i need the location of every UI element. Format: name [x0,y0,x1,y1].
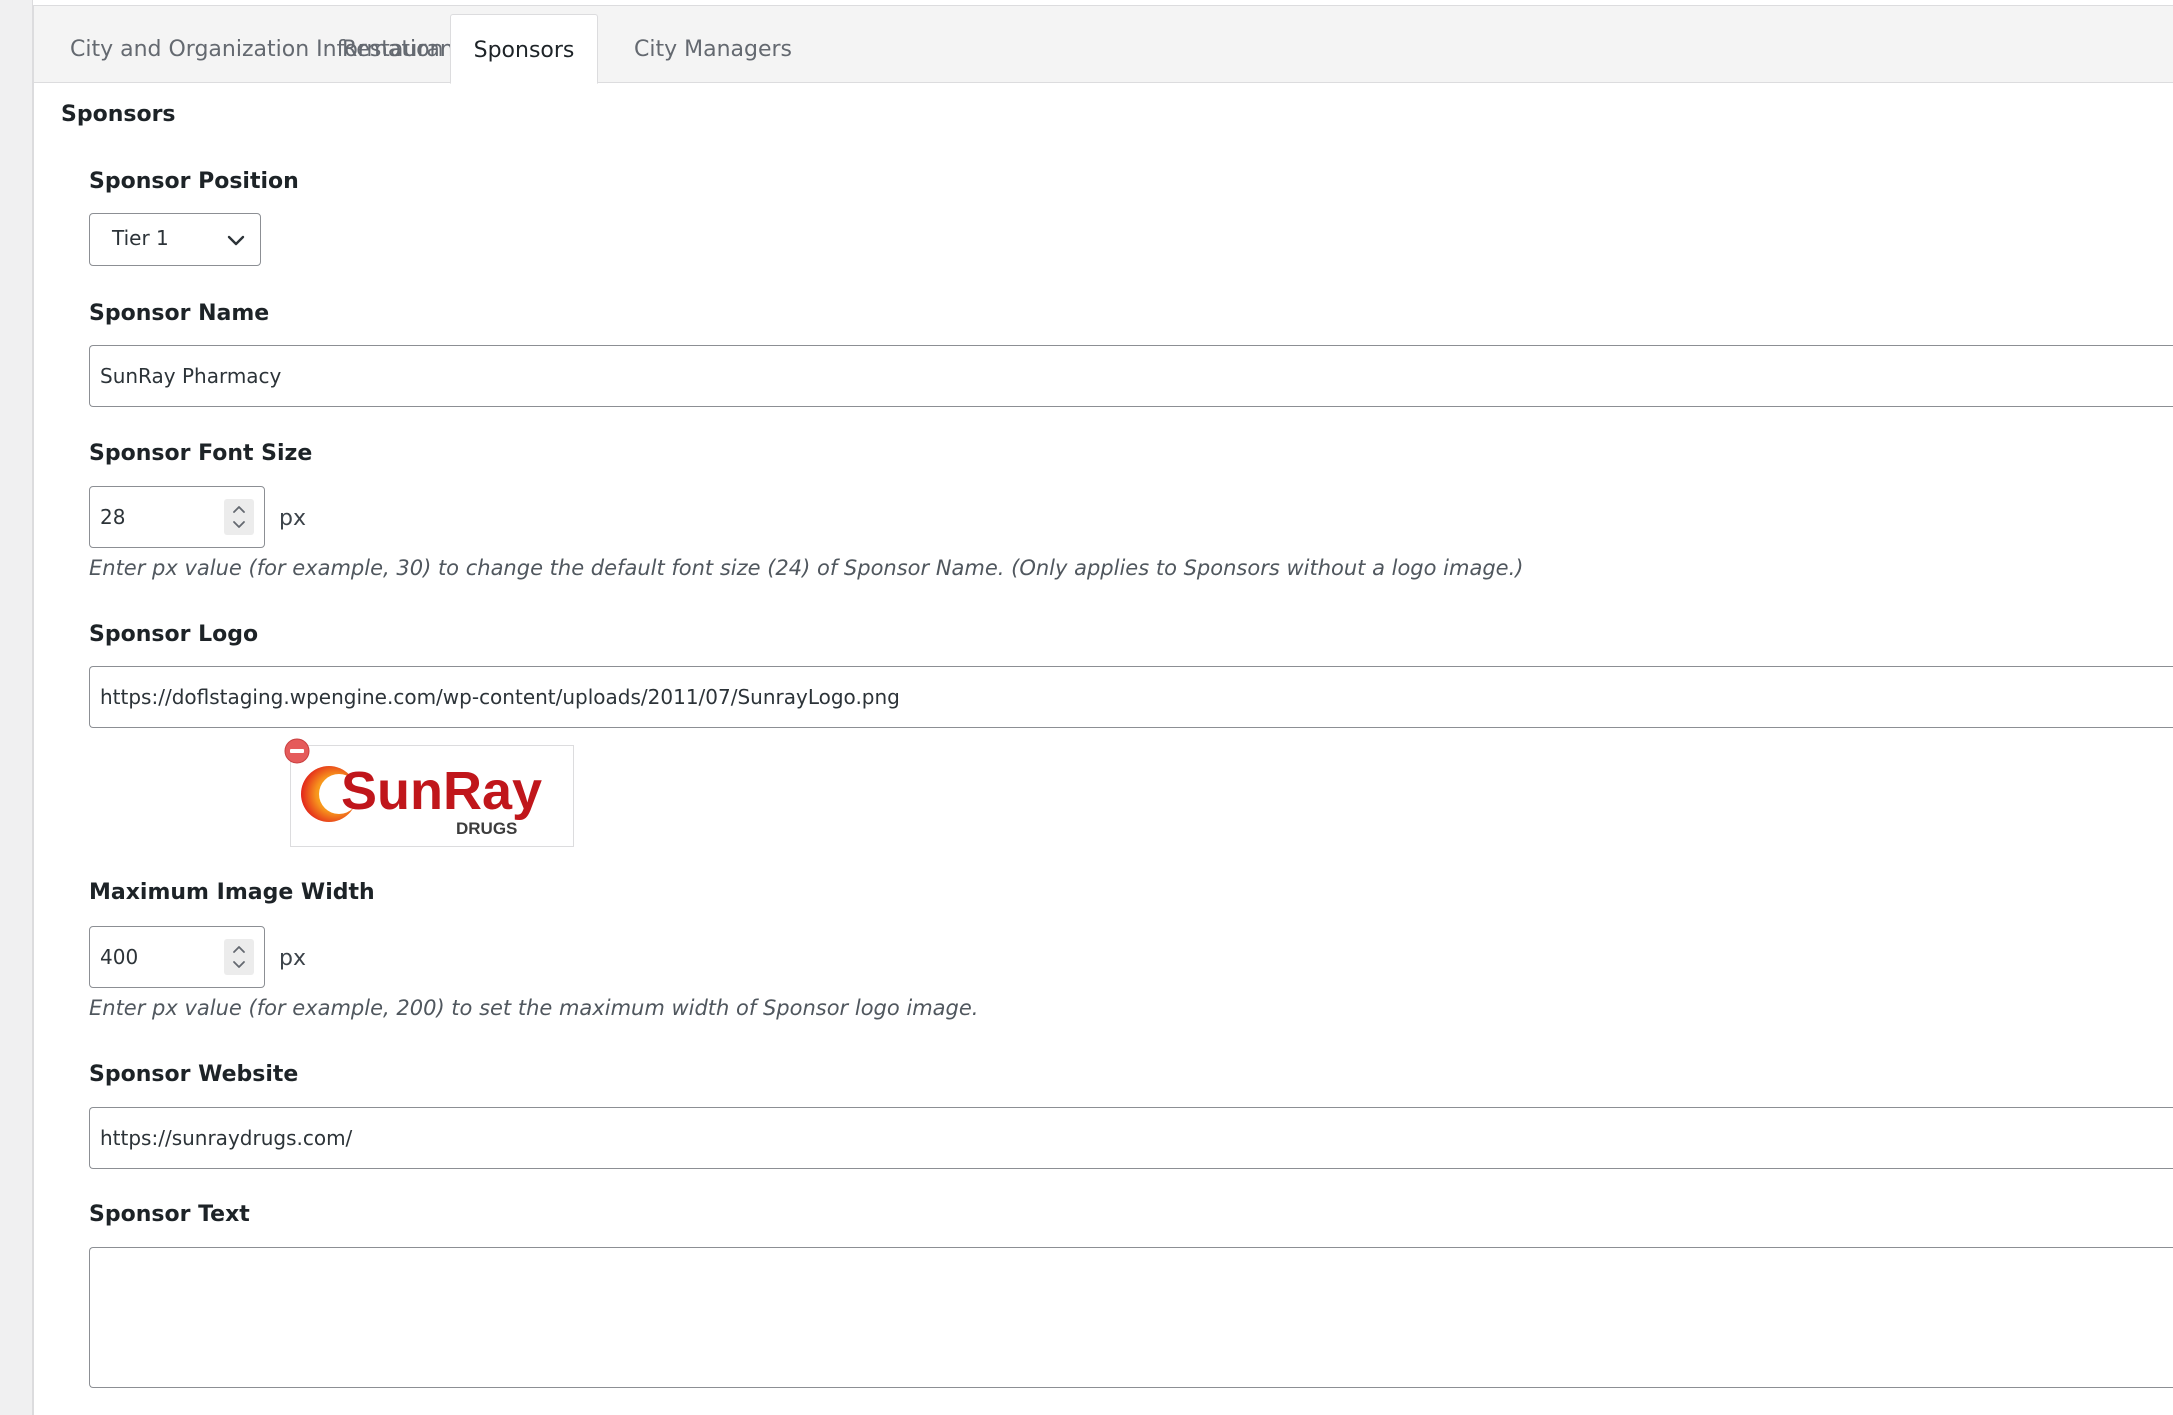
max-image-width-value: 400 [100,945,139,969]
sponsor-name-input[interactable]: SunRay Pharmacy [89,345,2173,407]
font-size-unit: px [279,506,306,531]
max-width-hint: Enter px value (for example, 200) to set… [89,996,979,1020]
sponsors-settings-page: City and Organization Information Restau… [0,0,2173,1415]
sponsor-text-textarea[interactable] [89,1247,2173,1388]
sponsor-logo-url-input[interactable]: https://doflstaging.wpengine.com/wp-cont… [89,666,2173,728]
max-width-unit: px [279,946,306,971]
sponsor-name-label: Sponsor Name [89,301,270,326]
sponsor-text-label: Sponsor Text [89,1202,250,1227]
sponsor-website-label: Sponsor Website [89,1062,299,1087]
remove-circle-icon[interactable] [284,738,310,764]
tab-city-managers[interactable]: City Managers [634,6,792,83]
sponsor-font-size-label: Sponsor Font Size [89,441,313,466]
sponsor-logo-label: Sponsor Logo [89,622,259,647]
section-title: Sponsors [61,102,176,127]
settings-panel: City and Organization Information Restau… [33,5,2173,1415]
number-stepper-icon[interactable] [224,939,254,975]
font-size-hint: Enter px value (for example, 30) to chan… [89,556,1524,580]
sponsor-position-select[interactable]: Tier 1 [89,213,261,266]
sponsor-logo-preview: SunRay DRUGS [290,745,574,847]
tab-bar: City and Organization Information Restau… [34,6,2173,84]
sponsor-font-size-value: 28 [100,505,126,529]
max-image-width-input[interactable]: 400 [89,926,265,988]
sunray-logo-image: SunRay DRUGS [301,761,542,838]
tab-sponsors[interactable]: Sponsors [450,14,598,84]
sponsor-font-size-input[interactable]: 28 [89,486,265,548]
admin-sidebar-edge [0,0,33,1415]
sponsor-position-value: Tier 1 [112,226,169,250]
logo-subtext: DRUGS [456,819,517,838]
sponsor-position-label: Sponsor Position [89,169,299,194]
max-image-width-label: Maximum Image Width [89,880,375,905]
chevron-down-icon [227,235,245,246]
logo-wordmark: SunRay [341,761,542,821]
number-stepper-icon[interactable] [224,499,254,535]
sponsor-website-input[interactable]: https://sunraydrugs.com/ [89,1107,2173,1169]
